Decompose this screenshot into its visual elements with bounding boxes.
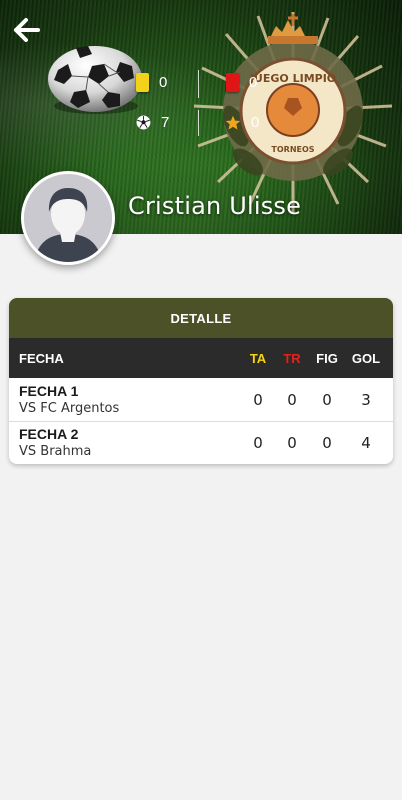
stats-divider-2 xyxy=(198,110,199,136)
figure-count: 0 xyxy=(251,114,260,131)
yellow-card-icon xyxy=(136,73,149,92)
cell-ta: 0 xyxy=(253,390,263,409)
detail-title: DETALLE xyxy=(9,298,393,338)
table-row[interactable]: FECHA 2 VS Brahma 0 0 0 4 xyxy=(9,421,393,464)
juego-limpio-logo: JUEGO LIMPIO TORNEOS xyxy=(193,12,393,212)
column-tr: TR xyxy=(283,350,301,366)
detail-card: DETALLE FECHA TA TR FIG GOL FECHA 1 VS F… xyxy=(9,298,393,464)
cell-gol: 3 xyxy=(361,390,371,409)
column-gol: GOL xyxy=(351,350,381,366)
red-cards-count: 0 xyxy=(249,74,258,91)
figure-stat: 0 xyxy=(225,114,259,131)
default-avatar-icon xyxy=(24,174,112,262)
column-fig: FIG xyxy=(316,350,338,366)
svg-text:JUEGO LIMPIO: JUEGO LIMPIO xyxy=(249,72,336,85)
back-arrow-icon[interactable] xyxy=(12,16,42,44)
yellow-cards-count: 0 xyxy=(159,74,168,91)
stats-divider xyxy=(198,70,199,98)
goals-count: 7 xyxy=(161,114,170,131)
player-name: Cristian Ulisse xyxy=(128,192,302,220)
cell-fig: 0 xyxy=(322,390,332,409)
match-opponent: VS FC Argentos xyxy=(19,400,120,416)
match-cell: FECHA 2 VS Brahma xyxy=(9,426,241,460)
player-avatar xyxy=(21,171,115,265)
cell-ta: 0 xyxy=(253,434,263,452)
match-date: FECHA 1 xyxy=(19,382,79,399)
cell-fig: 0 xyxy=(322,434,332,452)
svg-text:TORNEOS: TORNEOS xyxy=(271,145,314,154)
yellow-cards-stat: 0 xyxy=(136,73,167,92)
star-icon xyxy=(225,115,241,130)
column-ta: TA xyxy=(249,350,267,366)
red-cards-stat: 0 xyxy=(226,73,257,92)
cell-gol: 4 xyxy=(361,434,371,452)
cell-tr: 0 xyxy=(287,390,297,409)
match-date: FECHA 2 xyxy=(19,426,79,442)
match-cell: FECHA 1 VS FC Argentos xyxy=(9,383,241,417)
table-row[interactable]: FECHA 1 VS FC Argentos 0 0 0 3 xyxy=(9,378,393,421)
table-body: FECHA 1 VS FC Argentos 0 0 0 3 FECHA 2 V… xyxy=(9,378,393,464)
soccer-ball-image xyxy=(48,46,142,114)
match-opponent: VS Brahma xyxy=(19,444,92,459)
column-fecha: FECHA xyxy=(19,350,64,366)
table-header: FECHA TA TR FIG GOL xyxy=(9,338,393,378)
red-card-icon xyxy=(226,73,239,92)
soccer-ball-icon xyxy=(136,115,151,130)
cell-tr: 0 xyxy=(287,434,297,452)
goals-stat: 7 xyxy=(136,114,169,131)
